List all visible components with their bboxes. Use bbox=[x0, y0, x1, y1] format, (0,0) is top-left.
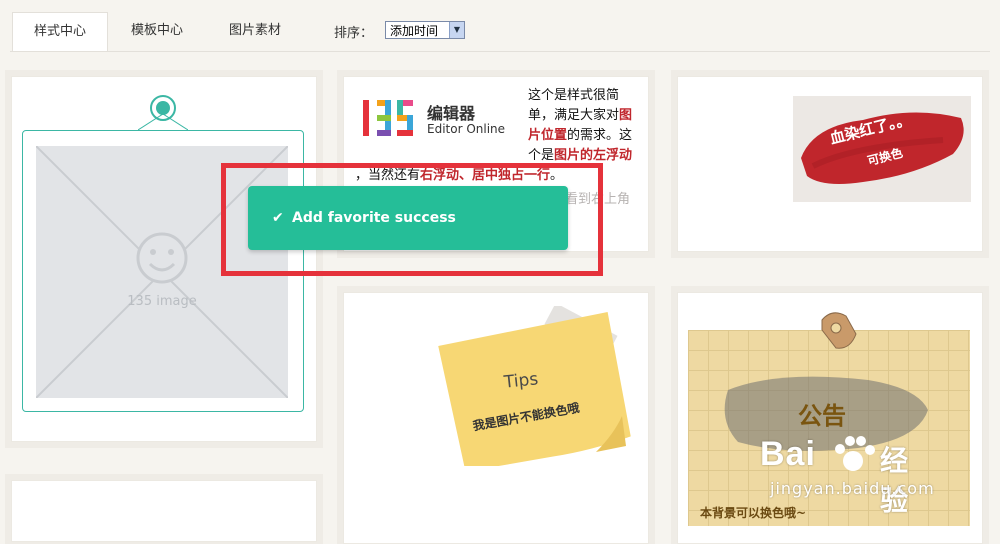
tab-image-assets[interactable]: 图片素材 bbox=[208, 12, 302, 50]
brush-image: 血染红了。。 可换色 bbox=[793, 96, 971, 202]
tab-style-center[interactable]: 样式中心 bbox=[12, 12, 108, 51]
paw-icon bbox=[835, 436, 875, 471]
placeholder-label: 135 image bbox=[127, 294, 197, 309]
watermark-brand: Bai bbox=[760, 435, 816, 473]
desc-text-1: 这个是样式很简单，满足大家对 bbox=[528, 88, 620, 123]
tab-underline bbox=[10, 51, 990, 52]
desc-highlight-2: 图片的左浮动 bbox=[554, 148, 633, 163]
highlight-box bbox=[221, 163, 603, 276]
chevron-down-icon[interactable]: ▼ bbox=[449, 22, 464, 38]
pin-dot-icon bbox=[156, 101, 170, 115]
sort-label: 排序： bbox=[334, 26, 374, 41]
tips-title: Tips bbox=[503, 369, 540, 393]
sort-select[interactable]: 添加时间 ▼ bbox=[385, 21, 465, 39]
notice-text: 本背景可以换色哦~ bbox=[700, 506, 807, 520]
top-toolbar: 样式中心 模板中心 图片素材 排序： 添加时间 ▼ bbox=[0, 0, 1000, 52]
sticky-note-image bbox=[438, 306, 631, 466]
notice-title: 公告 bbox=[798, 402, 846, 430]
watermark-url: jingyan.baidu.com bbox=[770, 479, 935, 498]
sort-selected-value: 添加时间 bbox=[390, 24, 439, 38]
tab-template-center[interactable]: 模板中心 bbox=[110, 12, 204, 50]
style-card-partial[interactable] bbox=[11, 480, 317, 542]
paper-clip-icon bbox=[821, 312, 857, 349]
